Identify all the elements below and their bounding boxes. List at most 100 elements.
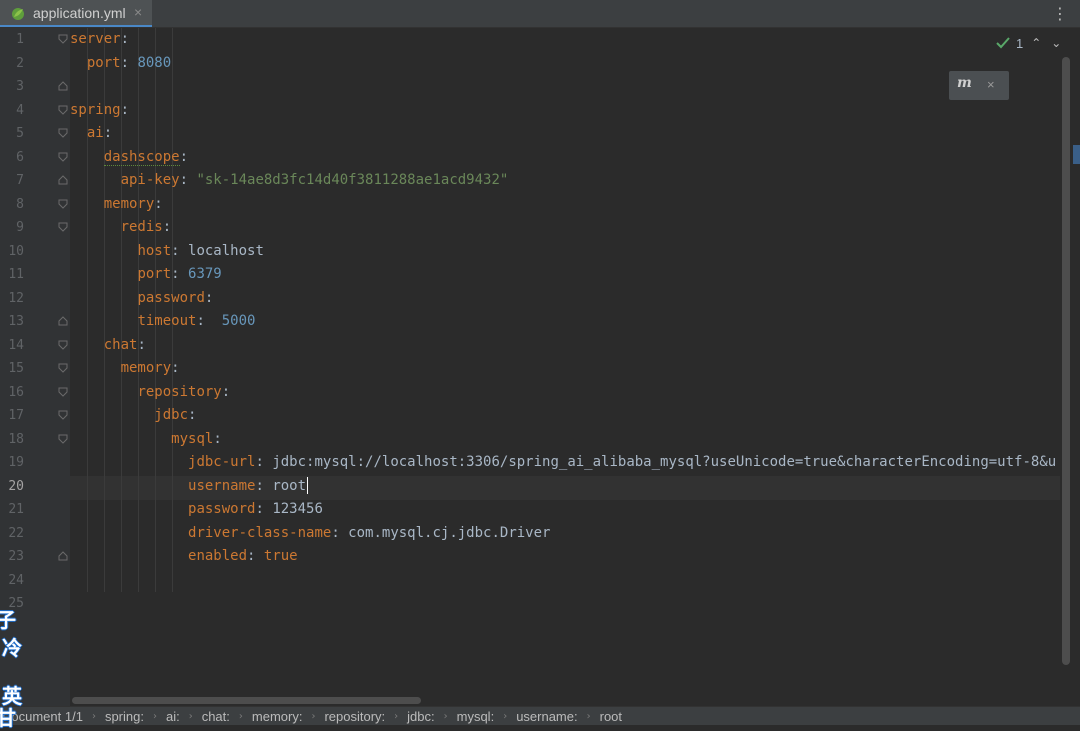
maven-reload-popup: m ×	[949, 71, 1009, 100]
inspection-widget[interactable]: 1 ⌃ ⌄	[996, 34, 1063, 52]
code-line-7: api-key: "sk-14ae8d3fc14d40f3811288ae1ac…	[120, 172, 509, 188]
line-number: 11	[8, 267, 24, 282]
code-line-23: enabled: true	[188, 548, 298, 564]
line-number: 16	[8, 384, 24, 400]
code-line-16: repository:	[137, 383, 231, 400]
chevron-up-icon[interactable]: ⌃	[1029, 36, 1043, 50]
line-number: 4	[16, 102, 24, 118]
line-number: 8	[16, 196, 24, 212]
tab-application-yml[interactable]: application.yml ×	[0, 0, 152, 27]
line-number: 18	[8, 431, 24, 447]
code-line-13: timeout: 5000	[137, 313, 256, 329]
overlay-character: 子	[0, 608, 16, 632]
code-line-19: jdbc-url: jdbc:mysql://localhost:3306/sp…	[188, 454, 1057, 470]
code-line-2: port: 8080	[86, 54, 172, 71]
code-line-6: dashscope:	[103, 148, 189, 166]
code-line-12: password:	[137, 289, 214, 306]
code-line-15: memory:	[120, 360, 180, 376]
fold-open-icon[interactable]	[58, 222, 68, 232]
fold-open-icon[interactable]	[58, 105, 68, 115]
code-line-22: driver-class-name: com.mysql.cj.jdbc.Dri…	[188, 524, 551, 541]
breadcrumb-item[interactable]: ai:	[166, 709, 180, 724]
code-line-11: port: 6379	[137, 266, 222, 282]
breadcrumb-item[interactable]: root	[600, 709, 622, 724]
fold-close-icon[interactable]	[58, 175, 68, 185]
breadcrumb-item[interactable]: memory:	[252, 709, 303, 724]
breadcrumb-item[interactable]: mysql:	[457, 709, 495, 724]
code-line-20: username: root	[188, 477, 309, 494]
line-number: 1	[16, 32, 24, 47]
fold-close-icon[interactable]	[58, 316, 68, 326]
breadcrumb: Document 1/1 › spring: › ai: › chat: › m…	[0, 706, 1080, 725]
code-line-21: password: 123456	[188, 501, 323, 517]
code-line-9: redis:	[120, 219, 172, 235]
editor-tab-bar: application.yml × ⋮	[0, 0, 1080, 28]
line-number: 9	[16, 220, 24, 235]
fold-open-icon[interactable]	[58, 34, 68, 44]
line-number: 2	[16, 55, 24, 71]
breadcrumb-item[interactable]: username:	[516, 709, 577, 724]
line-number: 7	[16, 173, 24, 188]
line-number: 13	[8, 314, 24, 329]
breadcrumb-separator-icon: ›	[238, 710, 243, 722]
tab-label: application.yml	[33, 5, 126, 21]
overlay-character: 冷	[2, 636, 22, 660]
maven-reload-icon[interactable]: m	[957, 75, 972, 91]
line-number: 10	[8, 243, 24, 259]
line-number: 24	[8, 572, 24, 588]
line-number: 6	[16, 149, 24, 165]
horizontal-scrollbar-thumb[interactable]	[72, 697, 421, 704]
code-editor[interactable]: server: port: 8080 spring: ai: dashscope…	[70, 28, 1070, 706]
breadcrumb-separator-icon: ›	[152, 710, 157, 722]
breadcrumb-separator-icon: ›	[91, 710, 96, 722]
line-number: 14	[8, 337, 24, 353]
breadcrumb-separator-icon: ›	[586, 710, 591, 722]
more-options-icon[interactable]: ⋮	[1052, 4, 1068, 23]
breadcrumb-separator-icon: ›	[188, 710, 193, 722]
check-icon	[996, 37, 1010, 49]
inspection-count: 1	[1016, 35, 1024, 51]
scroll-marker	[1073, 145, 1080, 164]
line-number: 17	[8, 408, 24, 423]
breadcrumb-separator-icon: ›	[394, 710, 399, 722]
code-line-17: jdbc:	[154, 407, 197, 423]
fold-open-icon[interactable]	[58, 363, 68, 373]
code-line-14: chat:	[103, 336, 146, 353]
popup-close-icon[interactable]: ×	[987, 77, 995, 92]
code-line-4: spring:	[70, 101, 130, 118]
fold-open-icon[interactable]	[58, 152, 68, 162]
line-number: 19	[8, 455, 24, 470]
line-number-current: 20	[8, 478, 24, 494]
fold-open-icon[interactable]	[58, 340, 68, 350]
breadcrumb-separator-icon: ›	[503, 710, 508, 722]
line-number: 12	[8, 290, 24, 306]
breadcrumb-separator-icon: ›	[443, 710, 448, 722]
code-line-8: memory:	[103, 195, 163, 212]
fold-open-icon[interactable]	[58, 387, 68, 397]
fold-open-icon[interactable]	[58, 410, 68, 420]
tab-close-icon[interactable]: ×	[134, 4, 142, 20]
breadcrumb-item[interactable]: repository:	[324, 709, 385, 724]
line-number: 23	[8, 549, 24, 564]
code-line-1: server:	[70, 31, 130, 47]
breadcrumb-item[interactable]: chat:	[202, 709, 230, 724]
fold-open-icon[interactable]	[58, 434, 68, 444]
overlay-character: 甘	[0, 706, 16, 730]
breadcrumb-item[interactable]: spring:	[105, 709, 144, 724]
fold-open-icon[interactable]	[58, 128, 68, 138]
fold-close-icon[interactable]	[58, 81, 68, 91]
line-number: 3	[16, 79, 24, 94]
vertical-scrollbar-thumb[interactable]	[1062, 57, 1070, 665]
line-number: 15	[8, 361, 24, 376]
text-caret	[307, 477, 309, 494]
code-line-18: mysql:	[171, 430, 222, 447]
code-line-5: ai:	[86, 125, 113, 141]
fold-open-icon[interactable]	[58, 199, 68, 209]
fold-close-icon[interactable]	[58, 551, 68, 561]
breadcrumb-separator-icon: ›	[311, 710, 316, 722]
spring-leaf-icon	[12, 8, 24, 20]
line-number: 5	[16, 126, 24, 141]
line-number: 21	[8, 502, 24, 517]
breadcrumb-item[interactable]: jdbc:	[407, 709, 434, 724]
line-number: 22	[8, 525, 24, 541]
